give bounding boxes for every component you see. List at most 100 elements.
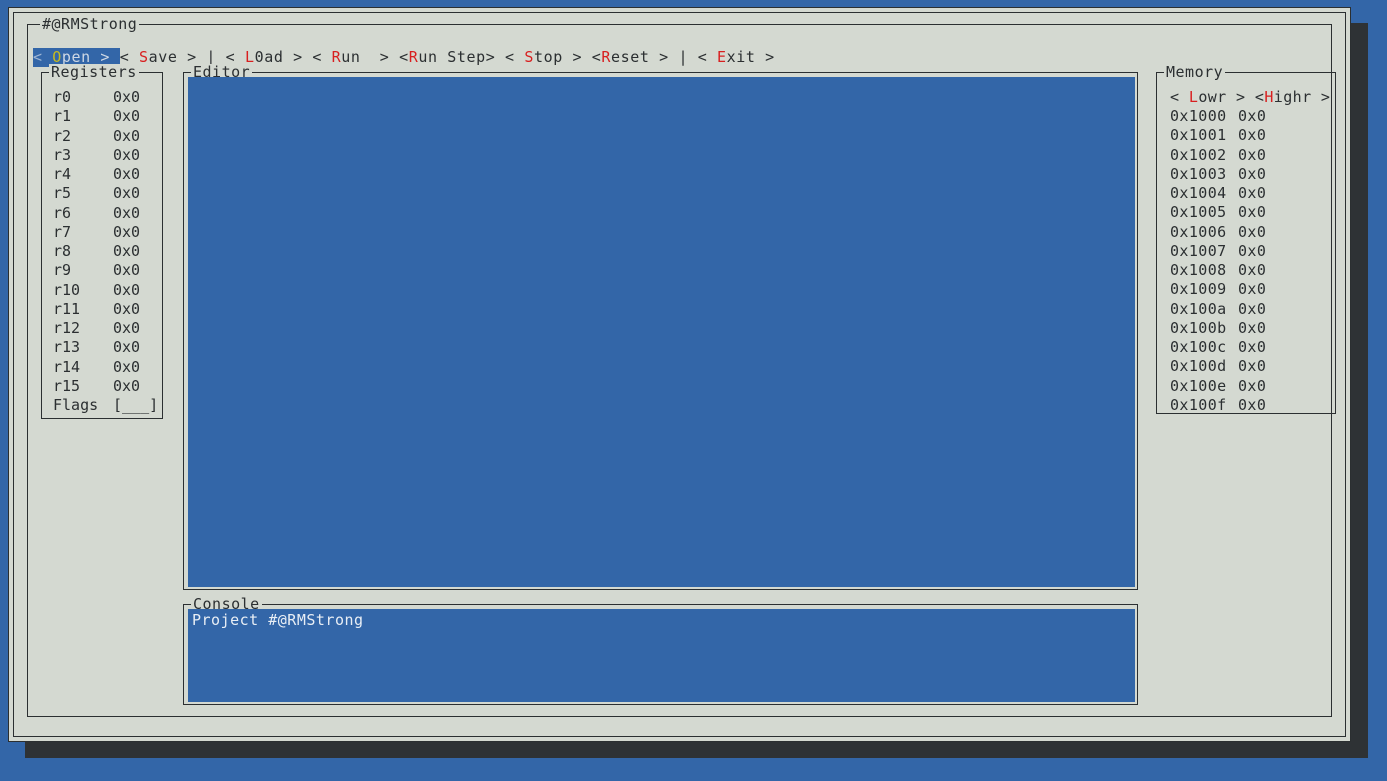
register-name: r4 xyxy=(53,165,72,183)
memory-list: 0x1000 0x0 0x1001 0x0 0x1002 0x0 0x1003 0x0 0x10… xyxy=(1170,107,1266,415)
menu-item-label: top > xyxy=(533,48,592,66)
register-name: r9 xyxy=(53,261,72,280)
memory-address: 0x100a xyxy=(1170,299,1227,318)
menu-accelerator-exit: E xyxy=(716,48,727,66)
menu-separator: | xyxy=(678,48,698,66)
memory-value: 0x0 xyxy=(1238,318,1267,337)
register-row: r0 0x0 xyxy=(53,88,160,107)
memory-button-label: owr > xyxy=(1198,88,1255,106)
menu-item-run[interactable]: < Run > xyxy=(312,48,399,67)
memory-value: 0x0 xyxy=(1238,164,1267,183)
memory-row: 0x1000 0x0 xyxy=(1170,107,1266,126)
memory-row: 0x1004 0x0 xyxy=(1170,184,1266,203)
menu-item-run-step[interactable]: <Run Step> xyxy=(399,48,505,67)
menu-accelerator-run: R xyxy=(331,48,342,66)
memory-value: 0x0 xyxy=(1238,241,1267,260)
memory-value: 0x0 xyxy=(1238,299,1267,318)
memory-value: 0x0 xyxy=(1238,222,1267,241)
memory-value: 0x0 xyxy=(1238,107,1267,125)
register-value: 0x0 xyxy=(113,184,141,203)
register-row: r6 0x0 xyxy=(53,204,160,223)
register-row: r15 0x0 xyxy=(53,377,160,396)
register-value: 0x0 xyxy=(113,357,141,376)
register-name: r5 xyxy=(53,184,72,203)
editor-text-area[interactable] xyxy=(188,77,1135,587)
register-row: r7 0x0 xyxy=(53,223,160,242)
menu-accelerator-reset: R xyxy=(601,48,612,66)
memory-address: 0x1002 xyxy=(1170,145,1227,164)
desktop-background: #@RMStrong < Open > < Save > | < L0ad > … xyxy=(0,0,1387,781)
register-row: r10 0x0 xyxy=(53,281,160,300)
memory-row: 0x100b 0x0 xyxy=(1170,319,1266,338)
memory-row: 0x1009 0x0 xyxy=(1170,280,1266,299)
flags-value: [___] xyxy=(113,396,159,414)
console-line: Project #@RMStrong xyxy=(192,611,364,629)
register-value: 0x0 xyxy=(113,126,141,145)
register-name: r14 xyxy=(53,357,81,376)
register-row: r4 0x0 xyxy=(53,165,160,184)
register-row: r11 0x0 xyxy=(53,300,160,319)
register-row: r12 0x0 xyxy=(53,319,160,338)
register-name: r11 xyxy=(53,299,81,318)
menu-bar: < Open > < Save > | < L0ad > < Run > <Ru… xyxy=(33,48,775,67)
register-name: r15 xyxy=(53,376,81,395)
register-name: r6 xyxy=(53,203,72,222)
memory-button-prefix: < xyxy=(1254,88,1265,106)
flags-label: Flags xyxy=(53,396,99,414)
memory-value: 0x0 xyxy=(1238,376,1267,395)
memory-address: 0x1004 xyxy=(1170,184,1227,202)
register-name: r8 xyxy=(53,242,72,260)
register-value: 0x0 xyxy=(113,222,141,241)
menu-item-prefix: < xyxy=(505,48,525,66)
menu-item-prefix: < xyxy=(312,48,332,66)
window-title: #@RMStrong xyxy=(40,15,140,33)
registers-panel: Registers r0 0x0 r1 0x0 r2 0x0 r3 0x0 r4 0x0 r5 0x0… xyxy=(41,64,163,419)
register-row: r1 0x0 xyxy=(53,107,160,126)
flags-row: Flags [___] xyxy=(53,396,160,415)
memory-value: 0x0 xyxy=(1238,203,1267,222)
register-row: r3 0x0 xyxy=(53,146,160,165)
console-output[interactable]: Project #@RMStrong xyxy=(188,609,1135,702)
memory-row: 0x100d 0x0 xyxy=(1170,357,1266,376)
memory-nav-buttons: < Lowr > <Highr > xyxy=(1170,88,1330,107)
register-row: r8 0x0 xyxy=(53,242,160,261)
memory-panel: Memory < Lowr > <Highr > 0x1000 0x0 0x1001… xyxy=(1156,64,1336,415)
register-value: 0x0 xyxy=(113,319,141,337)
memory-address: 0x100f xyxy=(1170,395,1227,414)
memory-address: 0x1009 xyxy=(1170,280,1227,299)
register-value: 0x0 xyxy=(113,165,141,183)
register-value: 0x0 xyxy=(113,107,141,126)
menu-item-exit[interactable]: < Exit > xyxy=(698,48,775,67)
memory-row: 0x1002 0x0 xyxy=(1170,146,1266,165)
memory-higher-button[interactable]: <Highr > xyxy=(1255,88,1330,106)
memory-value: 0x0 xyxy=(1238,280,1267,299)
register-name: r13 xyxy=(53,338,81,357)
memory-address: 0x100c xyxy=(1170,338,1227,356)
memory-row: 0x100c 0x0 xyxy=(1170,338,1266,357)
memory-row: 0x1007 0x0 xyxy=(1170,242,1266,261)
register-value: 0x0 xyxy=(113,88,141,106)
memory-lower-button[interactable]: < Lowr > xyxy=(1170,88,1255,106)
register-value: 0x0 xyxy=(113,145,141,164)
console-panel: Console Project #@RMStrong xyxy=(183,596,1138,705)
memory-address: 0x100d xyxy=(1170,357,1227,376)
application-window: #@RMStrong < Open > < Save > | < L0ad > … xyxy=(8,7,1351,742)
register-value: 0x0 xyxy=(113,338,141,357)
menu-accelerator-run-step: R xyxy=(408,48,419,66)
memory-value: 0x0 xyxy=(1238,338,1267,356)
register-value: 0x0 xyxy=(113,203,141,222)
memory-row: 0x1008 0x0 xyxy=(1170,261,1266,280)
register-name: r10 xyxy=(53,280,81,299)
menu-item-prefix: < xyxy=(697,48,717,66)
menu-accelerator-save: S xyxy=(138,48,149,66)
register-row: r14 0x0 xyxy=(53,358,160,377)
memory-value: 0x0 xyxy=(1238,357,1267,376)
memory-button-label: ighr > xyxy=(1273,88,1331,106)
memory-button-accelerator: H xyxy=(1264,88,1274,106)
menu-item-stop[interactable]: < Stop > xyxy=(505,48,592,67)
menu-item-reset[interactable]: <Reset > xyxy=(592,48,679,67)
register-name: r12 xyxy=(53,319,81,337)
registers-legend: Registers xyxy=(49,63,139,81)
register-name: r3 xyxy=(53,145,72,164)
register-value: 0x0 xyxy=(113,299,141,318)
